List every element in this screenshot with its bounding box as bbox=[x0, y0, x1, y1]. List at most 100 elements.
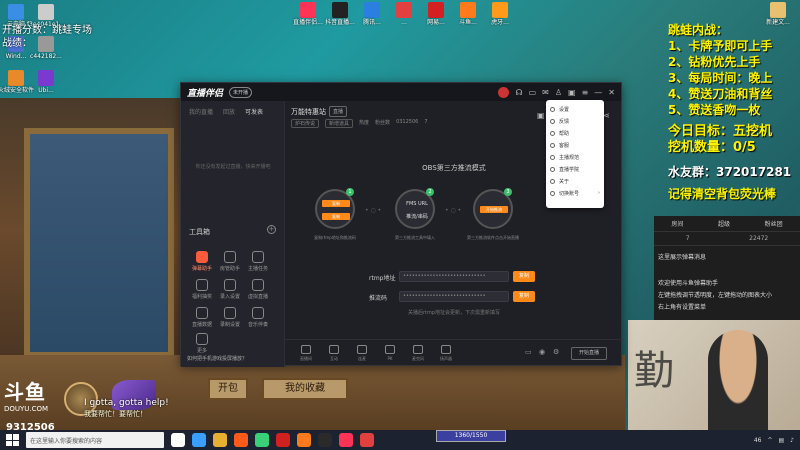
chat-icon[interactable]: ▭ bbox=[529, 88, 537, 97]
toolbar-label: PK bbox=[387, 356, 393, 361]
tab-my-live[interactable]: 我的直播 bbox=[189, 107, 213, 116]
share-icon[interactable]: ⋖ bbox=[603, 111, 610, 120]
tool-label: 房管助手 bbox=[219, 266, 240, 272]
toolbar-button[interactable]: 直播间 bbox=[293, 345, 319, 362]
menu-item[interactable]: 客服 bbox=[546, 139, 604, 151]
titlebar[interactable]: 直播伴侣 未开播 ☊ ▭ ✉ ♙ ▣ ≡ — ✕ bbox=[181, 83, 621, 101]
mobile-cast-notice[interactable]: 如何把手机游戏投屏播放？ bbox=[187, 355, 247, 362]
tool-icon bbox=[196, 333, 208, 345]
game-open-pack-button[interactable]: 开包 bbox=[208, 378, 248, 400]
game-collection-button[interactable]: 我的收藏 bbox=[262, 378, 348, 400]
avatar[interactable] bbox=[498, 86, 510, 98]
menu-icon[interactable]: ≡ bbox=[582, 88, 589, 97]
taskbar-app-icon[interactable] bbox=[339, 433, 353, 447]
start-live-button[interactable]: 开始直播 bbox=[571, 347, 607, 360]
taskbar-apps bbox=[164, 433, 374, 447]
bubble-subtext: 我要帮忙！要帮忙！ bbox=[84, 410, 147, 418]
taskbar-app-icon[interactable] bbox=[318, 433, 332, 447]
tab-replay[interactable]: 回放 bbox=[223, 107, 235, 116]
toolbar-button[interactable]: 连麦 bbox=[349, 345, 375, 362]
taskbar-app-icon[interactable] bbox=[171, 433, 185, 447]
gift-icon[interactable]: ▣ bbox=[568, 88, 576, 97]
menu-item[interactable]: 反馈 bbox=[546, 115, 604, 127]
step-desc: 第三方推流软件点击开始直播 bbox=[467, 235, 519, 240]
toolbar-icon bbox=[441, 345, 451, 354]
toolbar-button[interactable]: 互动 bbox=[321, 345, 347, 362]
close-icon[interactable]: ✕ bbox=[608, 88, 615, 97]
chat-stats: 7 22472 bbox=[654, 232, 800, 246]
chat-tab[interactable]: 超级 bbox=[718, 219, 730, 228]
menu-item[interactable]: 帮助 bbox=[546, 127, 604, 139]
meta-item[interactable]: 新增道具 bbox=[325, 119, 354, 128]
tool-icon bbox=[224, 279, 236, 291]
shirt-icon[interactable]: ♙ bbox=[555, 88, 562, 97]
shop-icon[interactable]: ▣ bbox=[537, 111, 545, 120]
tool-item[interactable]: 录制设置 bbox=[215, 307, 245, 328]
tab-publish[interactable]: 可发表 bbox=[245, 107, 263, 116]
chat-line: 这里展示弹幕消息 bbox=[658, 254, 707, 261]
tool-item[interactable]: 弹幕助手 bbox=[187, 251, 217, 272]
windows-start-icon[interactable] bbox=[4, 432, 20, 448]
chat-tab[interactable]: 粉丝团 bbox=[765, 219, 783, 228]
meta-game[interactable]: 炉石传说 bbox=[291, 119, 320, 128]
stream-key-field[interactable]: •••••••••••••••••••••••••••• bbox=[399, 291, 509, 302]
menu-item[interactable]: 设置 bbox=[546, 103, 604, 115]
desktop-icon[interactable]: Ubi... bbox=[24, 70, 68, 94]
taskbar-app-icon[interactable] bbox=[255, 433, 269, 447]
menu-item[interactable]: 主播规范 bbox=[546, 151, 604, 163]
chat-line: 右上角有设置菜单 bbox=[658, 304, 707, 311]
eye-icon[interactable]: ◉ bbox=[539, 348, 545, 356]
taskbar-app-icon[interactable] bbox=[213, 433, 227, 447]
desktop-icon[interactable]: 虎牙... bbox=[478, 2, 522, 26]
speaker-icon[interactable]: ♪ bbox=[790, 437, 794, 444]
taskbar-app-icon[interactable] bbox=[192, 433, 206, 447]
taskbar-app-icon[interactable] bbox=[234, 433, 248, 447]
tool-item[interactable]: 房管助手 bbox=[215, 251, 245, 272]
tool-item[interactable]: 更多 bbox=[187, 333, 217, 354]
tool-item[interactable]: 音乐伴奏 bbox=[243, 307, 273, 328]
menu-item-icon bbox=[550, 106, 555, 112]
taskbar-app-icon[interactable] bbox=[297, 433, 311, 447]
taskbar-app-icon[interactable] bbox=[276, 433, 290, 447]
overlay-left-line: 开播分数：跳蛙专场 bbox=[2, 25, 92, 36]
copy-key-button[interactable]: 复制 bbox=[513, 291, 535, 302]
toolbar-button[interactable]: 麦克风 bbox=[405, 345, 431, 362]
toolbox-add-icon[interactable]: + bbox=[267, 225, 276, 234]
tool-item[interactable]: 直播数据 bbox=[187, 307, 217, 328]
gear-icon[interactable]: ⚙ bbox=[553, 348, 559, 356]
settings-dropdown-menu[interactable]: 设置反馈帮助 客服 主播规范 直播学院 关于 切换账号 › bbox=[546, 100, 604, 208]
toolbar-button[interactable]: 扬声器 bbox=[433, 345, 459, 362]
chevron-up-icon[interactable]: ^ bbox=[767, 437, 772, 444]
menu-item-label: 反馈 bbox=[559, 118, 570, 125]
toolbar-icon bbox=[413, 345, 423, 354]
menu-item[interactable]: 直播学院 bbox=[546, 163, 604, 175]
taskbar-app-icon[interactable] bbox=[360, 433, 374, 447]
menu-item[interactable]: 切换账号 › bbox=[546, 187, 604, 199]
menu-item[interactable]: 关于 bbox=[546, 175, 604, 187]
tool-item[interactable]: 虚拟直播 bbox=[243, 279, 273, 300]
stream-overlay-right: 跳蛙内战： 1、卡牌予即可上手 2、钻粉优先上手 3、每局时间：晚上 4、赞送刀… bbox=[668, 22, 800, 202]
minimize-icon[interactable]: — bbox=[594, 88, 602, 97]
copy-rtmp-button[interactable]: 复制 bbox=[513, 271, 535, 282]
step-arrow: • ○ • bbox=[445, 207, 462, 214]
mail-icon[interactable]: ✉ bbox=[542, 88, 549, 97]
headset-icon[interactable]: ☊ bbox=[515, 88, 522, 97]
chat-stat: 22472 bbox=[749, 235, 769, 242]
toolbar-icon bbox=[301, 345, 311, 354]
toolbar-label: 连麦 bbox=[358, 356, 366, 361]
taskbar-search-input[interactable]: 在这里输入你要搜索的内容 bbox=[26, 432, 164, 448]
tool-item[interactable]: 录入设置 bbox=[215, 279, 245, 300]
chat-tab[interactable]: 房间 bbox=[671, 219, 683, 228]
danmu-chat-panel[interactable]: 房间 超级 粉丝团 7 22472 这里展示弹幕消息 欢迎使用斗鱼弹幕助手 左键… bbox=[654, 216, 800, 320]
tool-item[interactable]: 福利抽奖 bbox=[187, 279, 217, 300]
meta-fans: 粉丝数 bbox=[375, 120, 391, 126]
speech-bubble: I gotta, gotta help! 我要帮忙！要帮忙！ bbox=[84, 398, 169, 420]
tool-label: 录制设置 bbox=[219, 322, 240, 328]
app-icon bbox=[492, 2, 508, 18]
toolbar-button[interactable]: PK bbox=[377, 345, 403, 361]
tool-item[interactable]: 主播任务 bbox=[243, 251, 273, 272]
network-icon[interactable]: ▤ bbox=[778, 437, 784, 444]
camera-icon[interactable]: ▭ bbox=[525, 348, 532, 356]
room-meta: 炉石传说 新增道具 热度 粉丝数 0312506 7 bbox=[291, 119, 428, 128]
rtmp-address-field[interactable]: •••••••••••••••••••••••••••• bbox=[399, 271, 509, 282]
